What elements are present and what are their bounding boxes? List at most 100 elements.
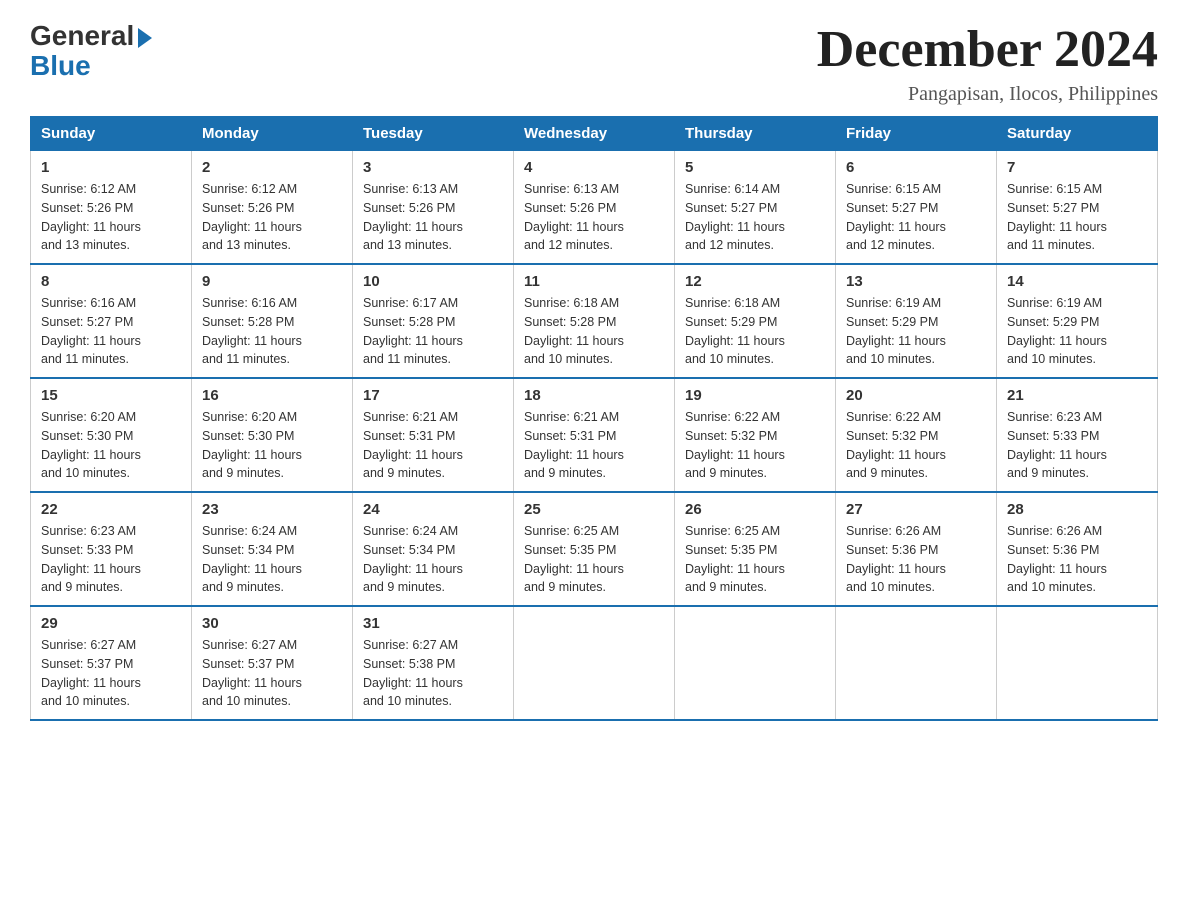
- calendar-cell: 18 Sunrise: 6:21 AMSunset: 5:31 PMDayligh…: [514, 378, 675, 492]
- day-number: 31: [363, 615, 503, 632]
- header-friday: Friday: [836, 117, 997, 151]
- calendar-cell: 20 Sunrise: 6:22 AMSunset: 5:32 PMDayligh…: [836, 378, 997, 492]
- day-number: 25: [524, 501, 664, 518]
- calendar-cell: 25 Sunrise: 6:25 AMSunset: 5:35 PMDayligh…: [514, 492, 675, 606]
- header-tuesday: Tuesday: [353, 117, 514, 151]
- day-number: 16: [202, 387, 342, 404]
- day-info: Sunrise: 6:19 AMSunset: 5:29 PMDaylight:…: [846, 294, 986, 369]
- day-info: Sunrise: 6:19 AMSunset: 5:29 PMDaylight:…: [1007, 294, 1147, 369]
- day-info: Sunrise: 6:15 AMSunset: 5:27 PMDaylight:…: [846, 180, 986, 255]
- day-info: Sunrise: 6:25 AMSunset: 5:35 PMDaylight:…: [685, 522, 825, 597]
- day-number: 29: [41, 615, 181, 632]
- day-info: Sunrise: 6:25 AMSunset: 5:35 PMDaylight:…: [524, 522, 664, 597]
- calendar-cell: [997, 606, 1158, 720]
- title-section: December 2024 Pangapisan, Ilocos, Philip…: [817, 20, 1158, 106]
- day-number: 1: [41, 159, 181, 176]
- calendar-cell: 16 Sunrise: 6:20 AMSunset: 5:30 PMDayligh…: [192, 378, 353, 492]
- day-info: Sunrise: 6:13 AMSunset: 5:26 PMDaylight:…: [363, 180, 503, 255]
- day-number: 24: [363, 501, 503, 518]
- day-number: 28: [1007, 501, 1147, 518]
- calendar-cell: 13 Sunrise: 6:19 AMSunset: 5:29 PMDayligh…: [836, 264, 997, 378]
- header-sunday: Sunday: [31, 117, 192, 151]
- calendar-week-row: 29 Sunrise: 6:27 AMSunset: 5:37 PMDayligh…: [31, 606, 1158, 720]
- day-number: 30: [202, 615, 342, 632]
- day-number: 23: [202, 501, 342, 518]
- day-info: Sunrise: 6:20 AMSunset: 5:30 PMDaylight:…: [41, 408, 181, 483]
- calendar-cell: 28 Sunrise: 6:26 AMSunset: 5:36 PMDayligh…: [997, 492, 1158, 606]
- day-info: Sunrise: 6:23 AMSunset: 5:33 PMDaylight:…: [1007, 408, 1147, 483]
- day-info: Sunrise: 6:24 AMSunset: 5:34 PMDaylight:…: [202, 522, 342, 597]
- day-info: Sunrise: 6:17 AMSunset: 5:28 PMDaylight:…: [363, 294, 503, 369]
- day-info: Sunrise: 6:27 AMSunset: 5:37 PMDaylight:…: [41, 636, 181, 711]
- calendar-cell: 23 Sunrise: 6:24 AMSunset: 5:34 PMDayligh…: [192, 492, 353, 606]
- day-number: 6: [846, 159, 986, 176]
- calendar-cell: 26Sunrise: 6:25 AMSunset: 5:35 PMDayligh…: [675, 492, 836, 606]
- day-info: Sunrise: 6:21 AMSunset: 5:31 PMDaylight:…: [363, 408, 503, 483]
- calendar-cell: 5 Sunrise: 6:14 AMSunset: 5:27 PMDaylight…: [675, 151, 836, 265]
- calendar-cell: 10 Sunrise: 6:17 AMSunset: 5:28 PMDayligh…: [353, 264, 514, 378]
- calendar-table: SundayMondayTuesdayWednesdayThursdayFrid…: [30, 116, 1158, 721]
- logo-general-text: General: [30, 20, 134, 52]
- day-info: Sunrise: 6:27 AMSunset: 5:38 PMDaylight:…: [363, 636, 503, 711]
- calendar-week-row: 8Sunrise: 6:16 AMSunset: 5:27 PMDaylight…: [31, 264, 1158, 378]
- day-number: 14: [1007, 273, 1147, 290]
- day-number: 3: [363, 159, 503, 176]
- day-info: Sunrise: 6:16 AMSunset: 5:27 PMDaylight:…: [41, 294, 181, 369]
- day-info: Sunrise: 6:14 AMSunset: 5:27 PMDaylight:…: [685, 180, 825, 255]
- day-number: 7: [1007, 159, 1147, 176]
- day-number: 5: [685, 159, 825, 176]
- calendar-week-row: 1 Sunrise: 6:12 AMSunset: 5:26 PMDaylight…: [31, 151, 1158, 265]
- calendar-cell: 8Sunrise: 6:16 AMSunset: 5:27 PMDaylight…: [31, 264, 192, 378]
- day-number: 15: [41, 387, 181, 404]
- logo-blue-text: Blue: [30, 50, 91, 82]
- day-info: Sunrise: 6:22 AMSunset: 5:32 PMDaylight:…: [846, 408, 986, 483]
- day-number: 21: [1007, 387, 1147, 404]
- calendar-week-row: 22Sunrise: 6:23 AMSunset: 5:33 PMDayligh…: [31, 492, 1158, 606]
- day-info: Sunrise: 6:23 AMSunset: 5:33 PMDaylight:…: [41, 522, 181, 597]
- day-info: Sunrise: 6:21 AMSunset: 5:31 PMDaylight:…: [524, 408, 664, 483]
- header-monday: Monday: [192, 117, 353, 151]
- calendar-cell: 31 Sunrise: 6:27 AMSunset: 5:38 PMDayligh…: [353, 606, 514, 720]
- logo-arrow-icon: [138, 28, 152, 48]
- logo: General Blue: [30, 20, 152, 82]
- calendar-cell: 17 Sunrise: 6:21 AMSunset: 5:31 PMDayligh…: [353, 378, 514, 492]
- calendar-cell: 2 Sunrise: 6:12 AMSunset: 5:26 PMDaylight…: [192, 151, 353, 265]
- day-number: 10: [363, 273, 503, 290]
- day-number: 4: [524, 159, 664, 176]
- day-info: Sunrise: 6:13 AMSunset: 5:26 PMDaylight:…: [524, 180, 664, 255]
- day-info: Sunrise: 6:16 AMSunset: 5:28 PMDaylight:…: [202, 294, 342, 369]
- day-number: 19: [685, 387, 825, 404]
- day-info: Sunrise: 6:26 AMSunset: 5:36 PMDaylight:…: [1007, 522, 1147, 597]
- page-header: General Blue December 2024 Pangapisan, I…: [30, 20, 1158, 106]
- day-info: Sunrise: 6:20 AMSunset: 5:30 PMDaylight:…: [202, 408, 342, 483]
- calendar-cell: 12Sunrise: 6:18 AMSunset: 5:29 PMDayligh…: [675, 264, 836, 378]
- calendar-cell: 30Sunrise: 6:27 AMSunset: 5:37 PMDayligh…: [192, 606, 353, 720]
- day-number: 18: [524, 387, 664, 404]
- calendar-cell: 15 Sunrise: 6:20 AMSunset: 5:30 PMDayligh…: [31, 378, 192, 492]
- calendar-cell: 14 Sunrise: 6:19 AMSunset: 5:29 PMDayligh…: [997, 264, 1158, 378]
- calendar-cell: 11 Sunrise: 6:18 AMSunset: 5:28 PMDayligh…: [514, 264, 675, 378]
- day-info: Sunrise: 6:12 AMSunset: 5:26 PMDaylight:…: [202, 180, 342, 255]
- calendar-cell: 9 Sunrise: 6:16 AMSunset: 5:28 PMDaylight…: [192, 264, 353, 378]
- calendar-cell: 19Sunrise: 6:22 AMSunset: 5:32 PMDayligh…: [675, 378, 836, 492]
- day-number: 20: [846, 387, 986, 404]
- day-number: 9: [202, 273, 342, 290]
- calendar-cell: 6 Sunrise: 6:15 AMSunset: 5:27 PMDaylight…: [836, 151, 997, 265]
- day-number: 12: [685, 273, 825, 290]
- calendar-cell: 29 Sunrise: 6:27 AMSunset: 5:37 PMDayligh…: [31, 606, 192, 720]
- header-thursday: Thursday: [675, 117, 836, 151]
- day-number: 27: [846, 501, 986, 518]
- day-info: Sunrise: 6:24 AMSunset: 5:34 PMDaylight:…: [363, 522, 503, 597]
- header-saturday: Saturday: [997, 117, 1158, 151]
- day-info: Sunrise: 6:18 AMSunset: 5:28 PMDaylight:…: [524, 294, 664, 369]
- calendar-cell: 4 Sunrise: 6:13 AMSunset: 5:26 PMDaylight…: [514, 151, 675, 265]
- subtitle: Pangapisan, Ilocos, Philippines: [817, 83, 1158, 106]
- day-number: 11: [524, 273, 664, 290]
- calendar-header-row: SundayMondayTuesdayWednesdayThursdayFrid…: [31, 117, 1158, 151]
- calendar-cell: [836, 606, 997, 720]
- day-number: 17: [363, 387, 503, 404]
- calendar-cell: [514, 606, 675, 720]
- day-number: 2: [202, 159, 342, 176]
- day-number: 13: [846, 273, 986, 290]
- calendar-cell: 1Sunrise: 6:12 AMSunset: 5:26 PMDaylight…: [31, 151, 192, 265]
